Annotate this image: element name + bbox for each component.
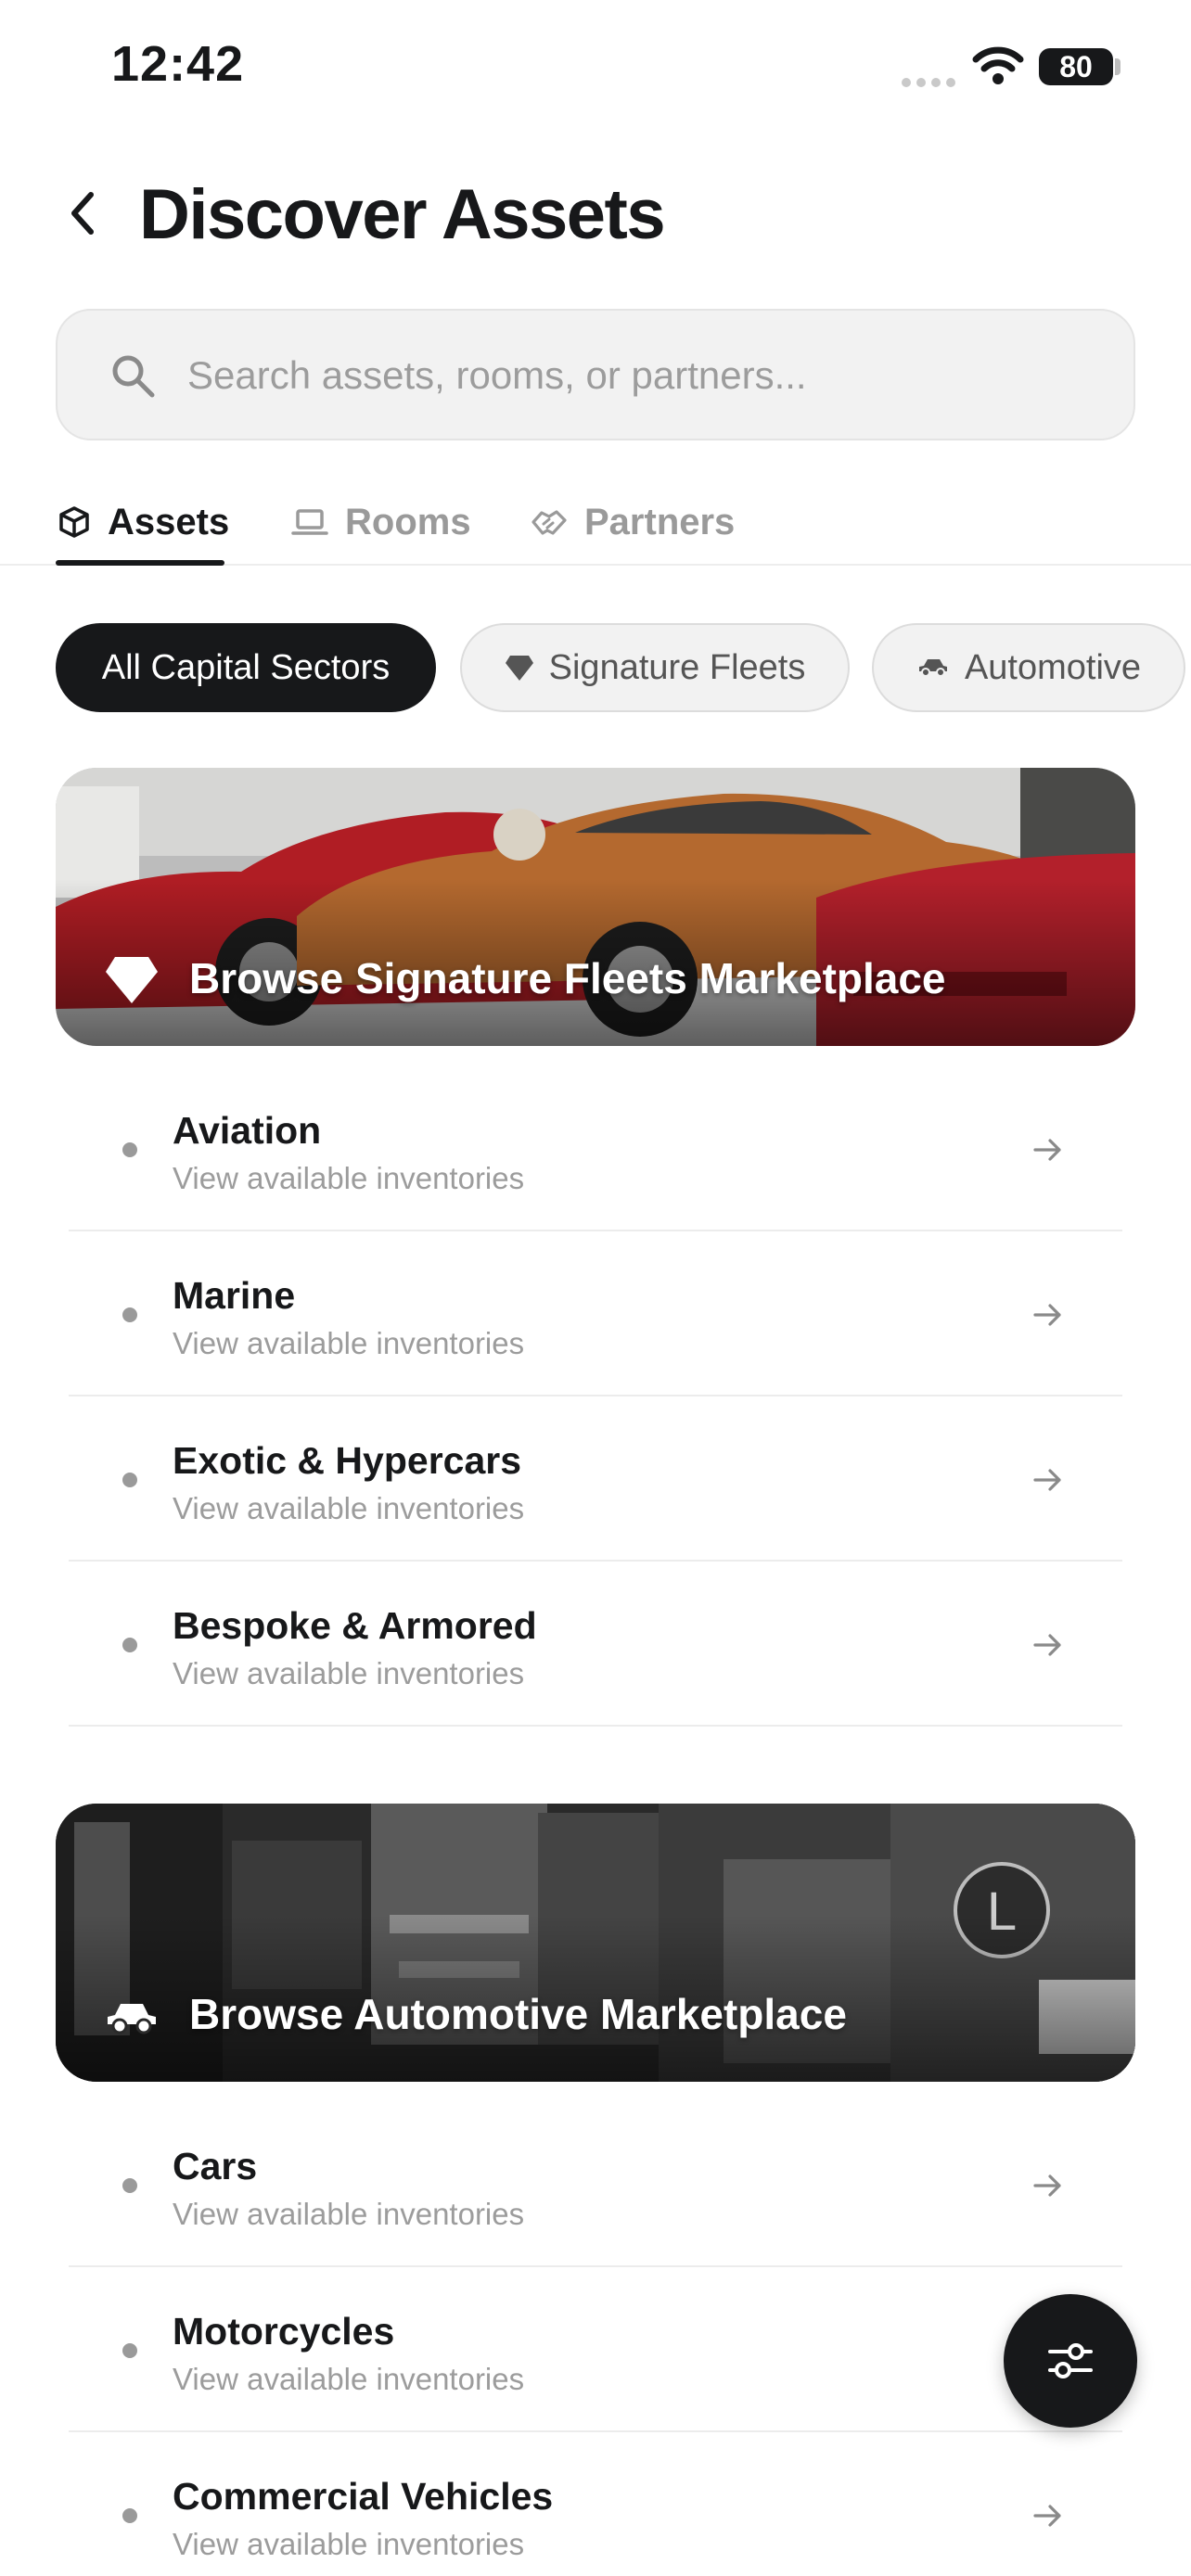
bullet-dot (122, 1638, 137, 1652)
chip-label: Automotive (964, 647, 1142, 687)
car-icon (108, 2004, 156, 2034)
tab-rooms[interactable]: Rooms (291, 480, 471, 564)
battery-icon (1115, 58, 1121, 75)
arrow-right-icon (1033, 1304, 1061, 1326)
status-bar: 12:42 80 (0, 0, 1191, 139)
tab-bar: Assets Rooms Partners (0, 464, 1191, 566)
search-icon (112, 355, 155, 398)
list-item-marine[interactable]: Marine View available inventories (69, 1231, 1122, 1396)
item-subtitle: View available inventories (173, 1326, 525, 1360)
car-icon (918, 659, 947, 677)
bullet-dot (122, 1307, 137, 1322)
list-item-cars[interactable]: Cars View available inventories (69, 2102, 1122, 2267)
bullet-dot (122, 2343, 137, 2358)
signature-fleets-banner[interactable]: Browse Signature Fleets Marketplace (56, 768, 1135, 1046)
arrow-right-icon (1033, 2505, 1061, 2527)
item-subtitle: View available inventories (173, 1161, 525, 1195)
tab-partners[interactable]: Partners (531, 480, 735, 564)
banner-title: Browse Signature Fleets Marketplace (189, 954, 946, 1002)
sliders-icon (1048, 2343, 1093, 2378)
list-item-exotic-hypercars[interactable]: Exotic & Hypercars View available invent… (69, 1396, 1122, 1562)
item-name: Bespoke & Armored (173, 1604, 537, 1647)
chip-automotive[interactable]: Automotive (872, 623, 1185, 712)
wifi-icon (972, 46, 1024, 84)
bullet-dot (122, 2178, 137, 2193)
list-item-aviation[interactable]: Aviation View available inventories (69, 1066, 1122, 1231)
search-bar[interactable] (56, 309, 1135, 440)
tab-assets-label: Assets (108, 501, 230, 542)
item-name: Marine (173, 1274, 296, 1317)
automotive-banner[interactable]: L Browse Automotive Marketplace (56, 1804, 1135, 2082)
tab-partners-label: Partners (584, 501, 736, 542)
item-name: Commercial Vehicles (173, 2475, 554, 2518)
list-item-motorcycles[interactable]: Motorcycles View available inventories (69, 2267, 1122, 2432)
item-subtitle: View available inventories (173, 2362, 525, 2396)
tab-rooms-label: Rooms (345, 501, 471, 542)
item-name: Cars (173, 2145, 258, 2187)
bullet-dot (122, 1473, 137, 1487)
diamond-icon (505, 656, 533, 681)
arrow-right-icon (1033, 1469, 1061, 1491)
arrow-right-icon (1033, 2174, 1061, 2197)
arrow-right-icon (1033, 1139, 1061, 1161)
cellular-signal-icon (902, 78, 957, 87)
item-name: Aviation (173, 1109, 322, 1152)
chip-label: All Capital Sectors (101, 647, 391, 687)
status-time: 12:42 (111, 36, 245, 92)
list-item-bespoke-armored[interactable]: Bespoke & Armored View available invento… (69, 1562, 1122, 1727)
back-chevron-icon[interactable] (61, 185, 106, 241)
chip-label: Signature Fleets (548, 647, 806, 687)
list-item-commercial-vehicles[interactable]: Commercial Vehicles View available inven… (69, 2432, 1122, 2576)
bullet-dot (122, 1142, 137, 1157)
laptop-icon (291, 509, 328, 535)
active-tab-indicator (56, 560, 224, 566)
banner-title: Browse Automotive Marketplace (189, 1990, 847, 2038)
filter-button[interactable] (1004, 2294, 1137, 2428)
tab-assets[interactable]: Assets (58, 480, 229, 564)
item-subtitle: View available inventories (173, 1656, 525, 1690)
bullet-dot (122, 2508, 137, 2523)
chip-signature-fleets[interactable]: Signature Fleets (460, 623, 850, 712)
item-subtitle: View available inventories (173, 1491, 525, 1525)
page-title: Discover Assets (139, 175, 666, 254)
handshake-icon (531, 510, 567, 535)
arrow-right-icon (1033, 1634, 1061, 1656)
search-input[interactable] (187, 338, 1096, 413)
item-subtitle: View available inventories (173, 2527, 525, 2561)
item-name: Exotic & Hypercars (173, 1439, 522, 1482)
battery-level: 80 (1039, 48, 1113, 85)
item-subtitle: View available inventories (173, 2197, 525, 2231)
diamond-icon (106, 957, 158, 1003)
cube-icon (59, 506, 89, 538)
chip-all-capital-sectors[interactable]: All Capital Sectors (56, 623, 436, 712)
item-name: Motorcycles (173, 2310, 395, 2353)
